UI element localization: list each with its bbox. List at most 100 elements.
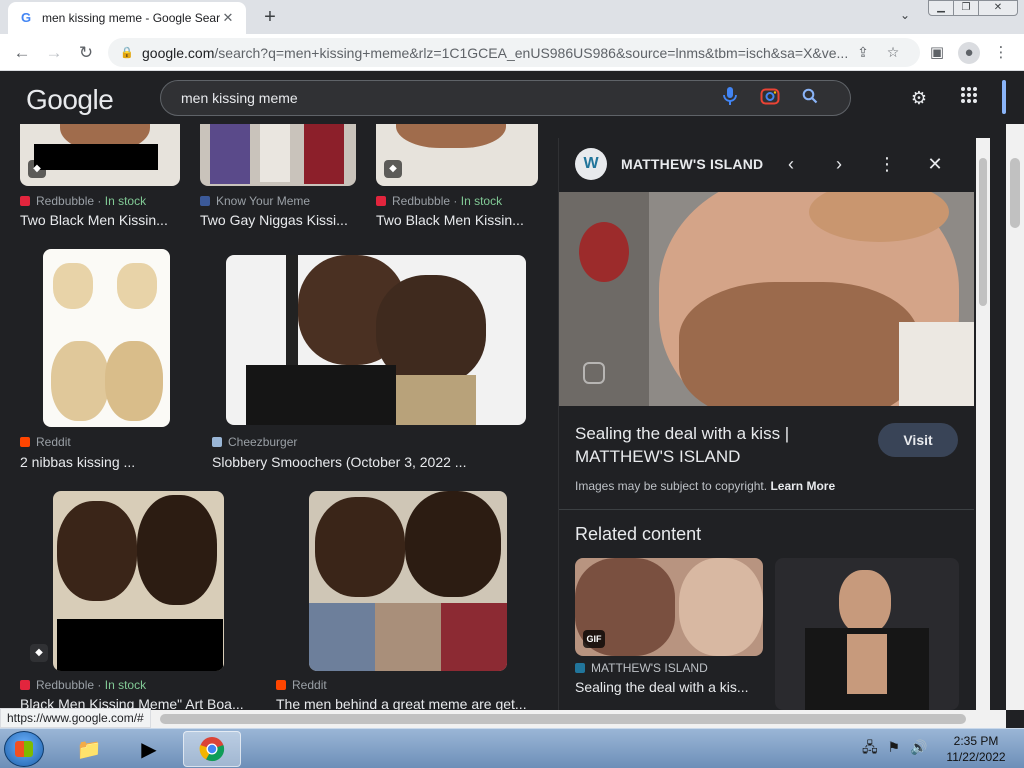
lens-search-icon[interactable] — [583, 362, 605, 384]
previous-chevron-icon[interactable]: ‹ — [767, 154, 815, 175]
wordpress-favicon-icon — [575, 663, 585, 673]
image-results-grid: ◆ Redbubble · In stock Two Black Men Kis… — [0, 124, 548, 710]
result-source[interactable]: Redbubble · In stock — [20, 194, 146, 208]
back-arrow-icon: ← — [13, 43, 31, 62]
related-caption[interactable]: Sealing the deal with a kis... — [575, 679, 755, 695]
window-restore-button[interactable]: ❐ — [953, 0, 979, 16]
media-player-taskbar-button[interactable]: ▶ — [120, 731, 178, 767]
start-button[interactable] — [4, 731, 44, 767]
result-source[interactable]: Cheezburger — [212, 435, 297, 449]
back-button[interactable]: ← — [10, 41, 34, 65]
result-caption[interactable]: Two Black Men Kissin... — [20, 212, 180, 228]
result-source[interactable]: Reddit — [276, 678, 327, 692]
gif-badge: GIF — [583, 630, 605, 648]
shopping-tag-icon: ◆ — [28, 160, 46, 178]
result-source[interactable]: Redbubble · In stock — [376, 194, 502, 208]
chrome-menu-icon[interactable]: ⋮ — [990, 42, 1012, 64]
tab-search-chevron-icon[interactable]: ⌄ — [895, 8, 915, 28]
result-caption[interactable]: 2 nibbas kissing ... — [20, 454, 190, 470]
clock-time: 2:35 PM — [953, 734, 999, 748]
result-thumbnail[interactable] — [53, 491, 224, 671]
window-minimize-button[interactable]: ▁ — [928, 0, 954, 16]
result-thumbnail[interactable] — [309, 491, 507, 671]
lock-icon[interactable]: 🔒 — [120, 46, 138, 59]
share-icon[interactable]: ⇪ — [848, 44, 878, 61]
tab-title: men kissing meme - Google Sear — [42, 11, 220, 25]
result-caption[interactable]: The men behind a great meme are get... — [276, 696, 538, 710]
forward-arrow-icon: → — [45, 43, 63, 62]
profile-avatar-icon[interactable]: ● — [958, 42, 980, 64]
google-favicon-icon: G — [20, 10, 32, 25]
horizontal-scrollbar[interactable] — [0, 710, 1006, 728]
windows-logo-icon — [15, 741, 33, 757]
result-source[interactable]: Reddit — [20, 435, 71, 449]
status-bar-url: https://www.google.com/# — [0, 708, 151, 728]
image-preview-panel: W MATTHEW'S ISLAND ‹ › ⋮ ✕ Sealing the d… — [558, 138, 974, 710]
result-thumbnail[interactable]: ◆ — [20, 124, 180, 186]
reload-button[interactable]: ↻ — [74, 41, 98, 65]
related-source[interactable]: MATTHEW'S ISLAND — [575, 661, 708, 675]
result-thumbnail[interactable]: ◆ — [376, 124, 538, 186]
result-source[interactable]: Know Your Meme — [200, 194, 310, 208]
result-source[interactable]: Redbubble · In stock — [20, 678, 146, 692]
panel-site-name[interactable]: MATTHEW'S ISLAND — [621, 156, 767, 172]
horizontal-scrollbar-thumb[interactable] — [160, 714, 966, 724]
copyright-notice: Images may be subject to copyright. Lear… — [575, 479, 836, 493]
volume-icon[interactable]: 🔊 — [910, 739, 927, 755]
side-panel-icon[interactable]: ▣ — [926, 42, 948, 64]
camera-lens-icon[interactable] — [750, 86, 790, 111]
shopping-tag-icon: ◆ — [384, 160, 402, 178]
shopping-tag-icon: ◆ — [30, 644, 48, 662]
search-icon[interactable] — [790, 88, 830, 109]
search-box[interactable]: men kissing meme — [160, 80, 851, 116]
bookmark-star-icon[interactable]: ☆ — [878, 44, 908, 61]
apps-grid-icon[interactable] — [957, 86, 981, 110]
next-chevron-icon[interactable]: › — [815, 154, 863, 175]
file-explorer-taskbar-button[interactable]: 📁 — [60, 731, 118, 767]
windows-taskbar: 📁 ▶ 🖧 ⚑ 🔊 2:35 PM 11/22/2022 — [0, 728, 1024, 768]
new-tab-button[interactable]: + — [258, 6, 282, 30]
panel-title[interactable]: Sealing the deal with a kiss | MATTHEW'S… — [575, 422, 865, 468]
result-thumbnail[interactable] — [200, 124, 356, 186]
close-icon[interactable]: ✕ — [911, 154, 959, 175]
page-scrollbar-thumb[interactable] — [1010, 158, 1020, 228]
microphone-icon[interactable] — [710, 86, 750, 111]
browser-tab[interactable]: G men kissing meme - Google Sear ✕ — [8, 2, 246, 34]
related-thumbnail[interactable] — [775, 558, 959, 710]
network-icon[interactable]: 🖧 — [862, 739, 878, 755]
more-options-icon[interactable]: ⋮ — [863, 154, 911, 175]
wordpress-site-icon[interactable]: W — [575, 148, 607, 180]
chrome-icon — [199, 737, 225, 762]
result-caption[interactable]: Two Black Men Kissin... — [376, 212, 536, 228]
reddit-favicon-icon — [20, 437, 30, 447]
result-caption[interactable]: Two Gay Niggas Kissi... — [200, 212, 360, 228]
chrome-taskbar-button[interactable] — [183, 731, 241, 767]
media-player-icon: ▶ — [141, 738, 157, 761]
window-close-button[interactable]: ✕ — [978, 0, 1018, 16]
gear-icon[interactable]: ⚙ — [907, 86, 931, 110]
panel-scrollbar[interactable] — [976, 138, 990, 710]
taskbar-clock[interactable]: 2:35 PM 11/22/2022 — [938, 733, 1014, 765]
preview-image[interactable] — [559, 192, 974, 406]
google-header: Google men kissing meme ⚙ — [0, 72, 1024, 124]
redbubble-favicon-icon — [20, 680, 30, 690]
browser-toolbar: ← → ↻ 🔒 google.com/search?q=men+kissing+… — [0, 34, 1024, 71]
address-bar[interactable]: 🔒 google.com/search?q=men+kissing+meme&r… — [108, 38, 920, 67]
visit-button[interactable]: Visit — [878, 423, 958, 457]
result-caption[interactable]: Slobbery Smoochers (October 3, 2022 ... — [212, 454, 512, 470]
result-thumbnail[interactable] — [226, 255, 526, 425]
forward-button[interactable]: → — [42, 41, 66, 65]
page-scrollbar[interactable] — [1006, 124, 1024, 710]
search-input[interactable]: men kissing meme — [181, 90, 710, 106]
url-text: google.com/search?q=men+kissing+meme&rlz… — [142, 44, 848, 61]
panel-scrollbar-thumb[interactable] — [979, 158, 987, 306]
tab-close-icon[interactable]: ✕ — [220, 10, 236, 26]
action-center-flag-icon[interactable]: ⚑ — [888, 739, 901, 755]
panel-divider — [559, 509, 974, 510]
learn-more-link[interactable]: Learn More — [770, 479, 835, 493]
related-thumbnail[interactable]: GIF — [575, 558, 763, 656]
redbubble-favicon-icon — [376, 196, 386, 206]
tab-strip: G men kissing meme - Google Sear ✕ + ⌄ ▁… — [0, 0, 1024, 34]
result-thumbnail[interactable] — [43, 249, 170, 427]
google-logo[interactable]: Google — [26, 84, 114, 116]
